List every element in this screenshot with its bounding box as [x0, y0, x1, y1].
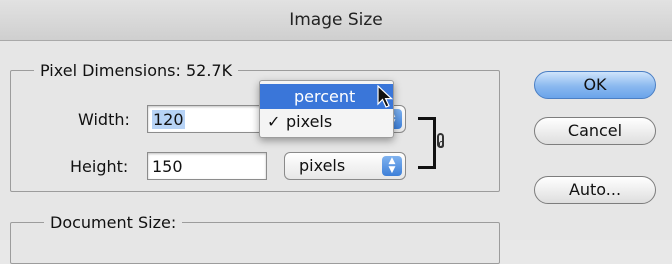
window-titlebar: Image Size — [0, 0, 672, 41]
ok-button[interactable]: OK — [534, 71, 656, 99]
cancel-button[interactable]: Cancel — [534, 117, 656, 145]
auto-button[interactable]: Auto... — [534, 176, 656, 204]
height-input[interactable]: 150 — [147, 152, 267, 180]
pixel-dimensions-size: 52.7K — [185, 61, 233, 80]
window-title: Image Size — [289, 10, 383, 30]
width-input[interactable]: 120 — [147, 105, 267, 133]
menu-item-pixels[interactable]: ✓ pixels — [260, 109, 393, 134]
width-label: Width: — [78, 110, 130, 129]
pixel-dimensions-label: Pixel Dimensions: — [40, 61, 181, 80]
checkmark-icon: ✓ — [267, 112, 281, 131]
menu-item-percent[interactable]: percent — [260, 84, 393, 109]
menu-item-label: pixels — [286, 112, 333, 131]
menu-item-label: percent — [294, 87, 356, 106]
width-value: 120 — [152, 110, 185, 129]
height-value: 150 — [152, 157, 183, 176]
pixel-dimensions-legend: Pixel Dimensions: 52.7K — [34, 61, 239, 80]
height-unit-select[interactable]: pixels ▲ ▼ — [284, 152, 406, 180]
mouse-pointer-icon — [377, 85, 393, 108]
unit-popup-menu: percent ✓ pixels — [259, 80, 394, 138]
document-size-label: Document Size: — [50, 213, 177, 232]
select-arrows-icon: ▲▼ — [382, 156, 402, 176]
document-size-legend: Document Size: — [44, 213, 183, 232]
height-unit-value: pixels — [299, 156, 346, 175]
chain-link-icon — [437, 133, 444, 148]
constrain-bracket — [418, 117, 436, 169]
height-label: Height: — [70, 157, 129, 176]
